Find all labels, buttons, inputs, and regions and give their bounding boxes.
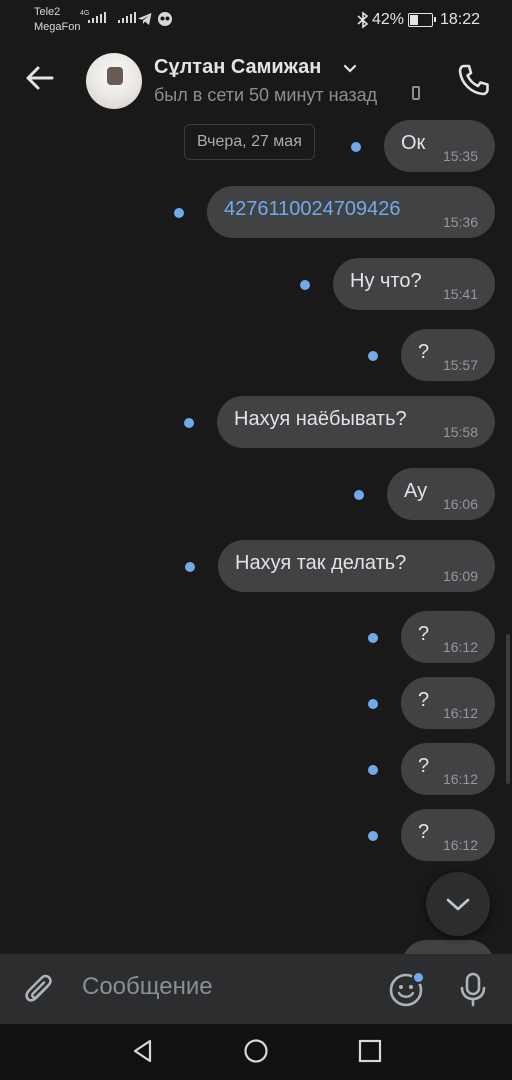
message-text: Ок [401,132,426,154]
message-text: 4276110024709426 [224,198,401,220]
avatar[interactable] [86,53,142,109]
nav-back-icon[interactable] [130,1038,156,1064]
nav-recents-icon[interactable] [357,1038,383,1064]
signal-icon-2 [118,12,136,23]
message-time: 16:06 [442,496,478,512]
message-time: 16:12 [442,837,478,853]
unread-indicator [368,831,378,841]
unread-indicator [174,208,184,218]
message-bubble[interactable]: ? 16:12 [401,743,495,795]
signal-icon [88,12,106,23]
unread-indicator [368,765,378,775]
date-chip: Вчера, 27 мая [184,124,315,160]
message-text: ? [418,689,430,711]
nav-home-icon[interactable] [243,1038,269,1064]
bluetooth-icon [357,11,369,29]
unread-indicator [184,418,194,428]
message-text: ? [418,341,430,363]
unread-indicator [185,562,195,572]
back-arrow-icon[interactable] [24,62,56,94]
unread-indicator [351,142,361,152]
message-bubble[interactable]: 4276110024709426 15:36 [207,186,495,238]
message-time: 16:12 [442,705,478,721]
scroll-down-button[interactable] [426,872,490,936]
scrollbar[interactable] [506,634,510,784]
message-time: 15:58 [442,424,478,440]
carrier-2: MegaFon [34,21,81,33]
message-text: Нахуя так делать? [235,552,407,574]
message-bubble[interactable]: Нахуя так делать? 16:09 [218,540,495,592]
message-time: 16:12 [442,639,478,655]
message-text: ? [418,755,430,777]
message-bubble[interactable]: ? 16:12 [401,677,495,729]
chat-header: Сұлтан Самижан был в сети 50 минут назад [0,40,512,120]
message-input[interactable]: Сообщение [82,973,213,1001]
unread-indicator [354,490,364,500]
message-bubble[interactable]: ? 16:12 [401,809,495,861]
battery-percent: 42% [372,11,405,28]
mobile-device-icon [412,86,420,100]
chevron-down-icon [446,898,470,911]
microphone-icon[interactable] [458,971,488,1007]
message-text: ? [418,821,430,843]
message-time: 15:41 [442,286,478,302]
message-time: 16:09 [442,568,478,584]
unread-indicator [368,633,378,643]
message-bubble[interactable]: Ок 15:35 [384,120,495,172]
message-time: 16:12 [442,771,478,787]
unread-indicator [368,699,378,709]
new-sticker-badge [412,971,425,984]
carrier-1: Tele2 [34,6,61,18]
unread-indicator [368,351,378,361]
battery-icon [408,13,436,27]
message-bubble[interactable]: Ну что? 15:41 [333,258,495,310]
message-text: Нахуя наёбывать? [234,408,407,430]
status-time: 18:22 [440,11,481,28]
chevron-down-icon[interactable] [343,64,357,74]
phone-call-icon[interactable] [456,62,492,98]
message-time: 15:36 [442,214,478,230]
message-composer: Сообщение [0,954,512,1024]
attach-icon[interactable] [22,972,58,1008]
message-time: 15:35 [442,148,478,164]
message-bubble[interactable]: ? [401,940,495,954]
status-bar: Tele2 MegaFon 4G 42% 18:22 [0,0,512,40]
message-text: Ау [404,480,428,502]
message-text: ? [418,623,430,645]
message-text: Ну что? [350,270,422,292]
last-seen-status: был в сети 50 минут назад [154,85,378,105]
message-bubble[interactable]: Ау 16:06 [387,468,495,520]
app-notification-icon [158,12,172,26]
contact-name[interactable]: Сұлтан Самижан [154,56,321,79]
message-list[interactable]: Вчера, 27 мая Ок 15:35 4276110024709426 15:… [0,120,512,954]
telegram-icon [138,13,152,25]
system-navigation-bar [0,1024,512,1080]
message-bubble[interactable]: Нахуя наёбывать? 15:58 [217,396,495,448]
message-bubble[interactable]: ? 15:57 [401,329,495,381]
unread-indicator [300,280,310,290]
message-time: 15:57 [442,357,478,373]
message-bubble[interactable]: ? 16:12 [401,611,495,663]
